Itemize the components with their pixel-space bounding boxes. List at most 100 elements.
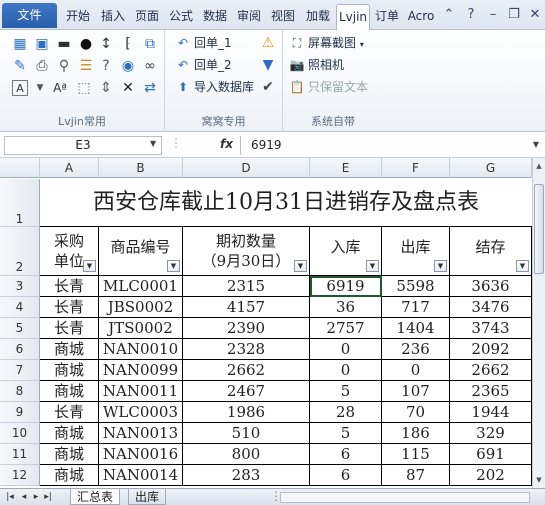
filter-dropdown-icon[interactable]: ▼ xyxy=(167,260,180,272)
help-icon[interactable]: ? xyxy=(462,7,480,23)
filter-dropdown-icon[interactable]: ▼ xyxy=(434,260,447,272)
check-icon[interactable]: ✔ xyxy=(260,79,276,95)
row-header[interactable]: 9 xyxy=(0,402,40,423)
row-header[interactable]: 4 xyxy=(0,297,40,318)
column-header-d[interactable]: D xyxy=(183,158,310,178)
tab-acrobat[interactable]: Acro xyxy=(405,4,437,28)
window-icon[interactable]: ▣ xyxy=(34,36,50,52)
cell-product-code[interactable]: NAN0016 xyxy=(99,444,183,465)
receipt-1-button[interactable]: ↶ 回单_1 xyxy=(175,34,232,52)
cell-opening-qty[interactable]: 2390 xyxy=(183,318,310,339)
last-sheet-icon[interactable]: ▸| xyxy=(42,490,54,504)
scroll-thumb[interactable] xyxy=(534,184,544,274)
header-product-code[interactable]: 商品编号 ▼ xyxy=(99,227,183,276)
cell-balance[interactable]: 202 xyxy=(450,465,532,486)
filter-icon[interactable]: ▼ xyxy=(260,57,276,73)
cell-balance[interactable]: 3636 xyxy=(450,276,532,297)
cell-balance[interactable]: 3476 xyxy=(450,297,532,318)
tab-view[interactable]: 视图 xyxy=(267,4,299,28)
name-box-dropdown-icon[interactable]: ▼ xyxy=(150,139,156,148)
prev-sheet-icon[interactable]: ◂ xyxy=(18,490,30,504)
row-header[interactable]: 12 xyxy=(0,465,40,486)
delete-icon[interactable]: ✕ xyxy=(120,80,136,96)
tab-insert[interactable]: 插入 xyxy=(97,4,129,28)
cell-purchase-unit[interactable]: 长青 xyxy=(40,318,99,339)
sheet-title[interactable]: 西安仓库截止10月31日进销存及盘点表 xyxy=(40,179,532,227)
cell-balance[interactable]: 1944 xyxy=(450,402,532,423)
text-a-icon[interactable]: A xyxy=(12,80,28,96)
cell-product-code[interactable]: NAN0013 xyxy=(99,423,183,444)
cell-opening-qty[interactable]: 283 xyxy=(183,465,310,486)
tab-review[interactable]: 审阅 xyxy=(233,4,265,28)
bar-icon[interactable]: ▬ xyxy=(56,36,72,52)
cell-product-code[interactable]: WLC0003 xyxy=(99,402,183,423)
cell-inbound[interactable]: 6 xyxy=(310,444,382,465)
question-icon[interactable]: ? xyxy=(98,58,114,74)
print-icon[interactable]: ⎙ xyxy=(34,58,50,74)
column-header-a[interactable]: A xyxy=(40,158,99,178)
cell-product-code[interactable]: NAN0099 xyxy=(99,360,183,381)
tab-lvjin[interactable]: Lvjin xyxy=(336,4,370,31)
cell-purchase-unit[interactable]: 长青 xyxy=(40,402,99,423)
cell-opening-qty[interactable]: 2662 xyxy=(183,360,310,381)
cell-outbound[interactable]: 717 xyxy=(382,297,450,318)
row-header[interactable]: 6 xyxy=(0,339,40,360)
cell-inbound[interactable]: 0 xyxy=(310,339,382,360)
target-icon[interactable]: ◉ xyxy=(120,58,136,74)
cell-inbound[interactable]: 36 xyxy=(310,297,382,318)
cell-balance[interactable]: 2662 xyxy=(450,360,532,381)
cell-opening-qty[interactable]: 1986 xyxy=(183,402,310,423)
cell-product-code[interactable]: JTS0002 xyxy=(99,318,183,339)
cell-inbound[interactable]: 28 xyxy=(310,402,382,423)
header-outbound[interactable]: 出库 ▼ xyxy=(382,227,450,276)
dropdown-arrow-icon[interactable]: ▼ xyxy=(32,80,48,96)
cell-inbound[interactable]: 5 xyxy=(310,423,382,444)
cell-outbound[interactable]: 1404 xyxy=(382,318,450,339)
select-all-corner[interactable] xyxy=(0,158,40,178)
filter-dropdown-icon[interactable]: ▼ xyxy=(83,260,96,272)
cell-balance[interactable]: 691 xyxy=(450,444,532,465)
tab-file[interactable]: 文件 xyxy=(2,3,57,28)
next-sheet-icon[interactable]: ▸ xyxy=(30,490,42,504)
edit-icon[interactable]: ✎ xyxy=(12,58,28,74)
tab-page[interactable]: 页面 xyxy=(131,4,163,28)
resize-icon[interactable]: ⇕ xyxy=(98,80,114,96)
copy-icon[interactable]: ⧉ xyxy=(142,36,158,52)
cell-outbound[interactable]: 87 xyxy=(382,465,450,486)
fx-icon[interactable]: fx xyxy=(220,137,233,151)
row-header-2[interactable]: 2 xyxy=(0,227,40,276)
column-header-f[interactable]: F xyxy=(382,158,450,178)
row-header[interactable]: 11 xyxy=(0,444,40,465)
filter-dropdown-icon[interactable]: ▼ xyxy=(294,260,307,272)
screenshot-button[interactable]: ⛶ 屏幕截图 ▾ xyxy=(289,34,364,52)
filter-dropdown-icon[interactable]: ▼ xyxy=(516,260,529,272)
header-opening-qty[interactable]: 期初数量 （9月30日） ▼ xyxy=(183,227,310,276)
cell-purchase-unit[interactable]: 商城 xyxy=(40,360,99,381)
scroll-up-icon[interactable]: ▲ xyxy=(533,160,545,172)
cell-outbound[interactable]: 0 xyxy=(382,360,450,381)
name-box[interactable]: E3 xyxy=(4,136,162,155)
sheet-tab-summary[interactable]: 汇总表 xyxy=(70,489,121,505)
cell-product-code[interactable]: NAN0011 xyxy=(99,381,183,402)
expand-formula-icon[interactable]: ▼ xyxy=(533,140,539,149)
cell-balance[interactable]: 2092 xyxy=(450,339,532,360)
camera-button[interactable]: 📷 照相机 xyxy=(289,56,345,74)
cell-balance[interactable]: 2365 xyxy=(450,381,532,402)
cell-product-code[interactable]: JBS0002 xyxy=(99,297,183,318)
tab-data[interactable]: 数据 xyxy=(199,4,231,28)
cell-opening-qty[interactable]: 800 xyxy=(183,444,310,465)
import-database-button[interactable]: ⬆ 导入数据库 xyxy=(175,78,254,96)
cell-inbound[interactable]: 2757 xyxy=(310,318,382,339)
cell-purchase-unit[interactable]: 长青 xyxy=(40,276,99,297)
cell-opening-qty[interactable]: 2328 xyxy=(183,339,310,360)
bracket-icon[interactable]: ⁅ xyxy=(120,36,136,52)
cell-opening-qty[interactable]: 510 xyxy=(183,423,310,444)
cell-purchase-unit[interactable]: 商城 xyxy=(40,444,99,465)
row-header[interactable]: 8 xyxy=(0,381,40,402)
cell-outbound[interactable]: 236 xyxy=(382,339,450,360)
cell-opening-qty[interactable]: 2467 xyxy=(183,381,310,402)
cell-outbound[interactable]: 70 xyxy=(382,402,450,423)
cell-purchase-unit[interactable]: 长青 xyxy=(40,297,99,318)
link-icon[interactable]: ∞ xyxy=(142,58,158,74)
cell-outbound[interactable]: 5598 xyxy=(382,276,450,297)
